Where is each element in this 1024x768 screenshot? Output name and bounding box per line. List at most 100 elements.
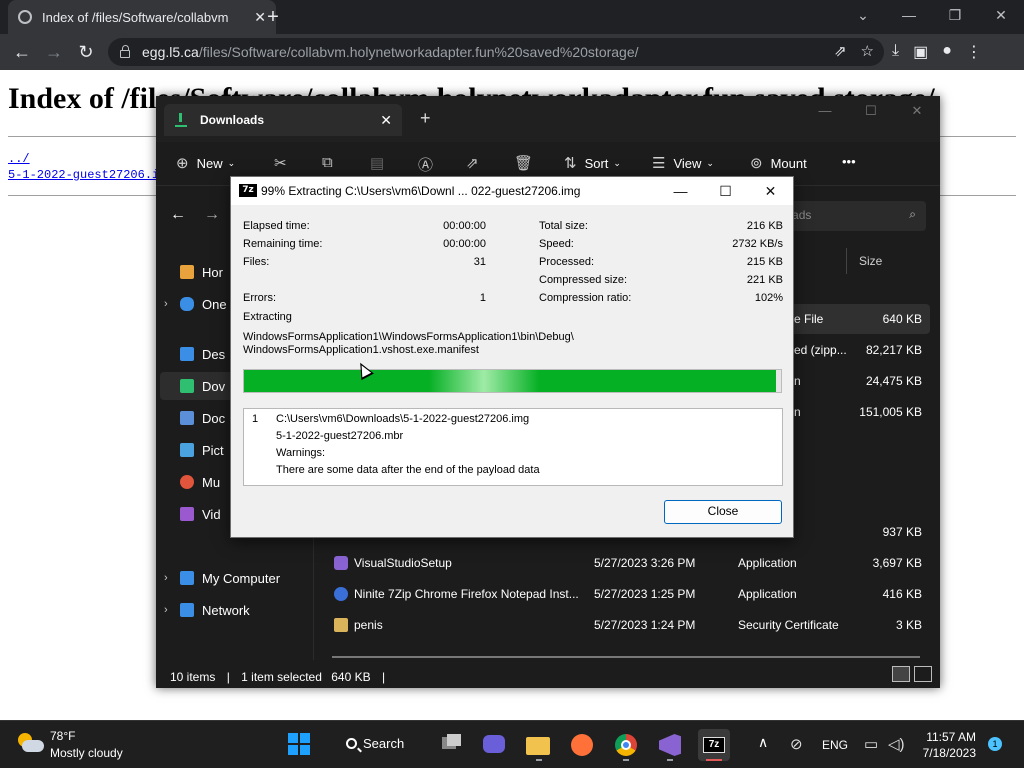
7zip-app-icon: 7z xyxy=(239,184,257,197)
lock-icon[interactable] xyxy=(120,45,130,58)
downloads-icon xyxy=(180,379,194,393)
show-hidden-icons-button[interactable]: ∧ xyxy=(758,734,768,751)
cloud-icon xyxy=(180,297,194,311)
elapsed-time-value: 00:00:00 xyxy=(443,220,486,232)
minimize-button[interactable]: — xyxy=(802,96,848,126)
sort-button[interactable]: ⇅ Sort ⌄ xyxy=(564,154,621,172)
chrome-icon[interactable] xyxy=(610,729,642,761)
taskbar-search-button[interactable]: Search xyxy=(346,736,404,751)
chevron-right-icon[interactable]: › xyxy=(164,298,180,310)
volume-icon[interactable]: ◁) xyxy=(888,735,905,753)
new-tab-button[interactable]: + xyxy=(260,4,286,30)
minimize-button[interactable]: — xyxy=(658,177,703,205)
file-row[interactable]: VisualStudioSetup 5/27/2023 3:26 PM Appl… xyxy=(326,548,930,578)
delete-icon[interactable]: 🗑 xyxy=(514,154,533,172)
globe-icon xyxy=(18,10,32,24)
weather-temperature[interactable]: 78°F xyxy=(50,729,75,743)
nav-item-my-computer[interactable]: › My Computer xyxy=(164,564,314,592)
messages-list[interactable]: 1 C:\Users\vm6\Downloads\5-1-2022-guest2… xyxy=(243,408,783,486)
browser-tab-strip: Index of /files/Software/collabvm ✕ + ⌄ … xyxy=(0,0,1024,34)
close-window-button[interactable]: ✕ xyxy=(978,0,1024,30)
message-warning-text: There are some data after the end of the… xyxy=(276,464,540,476)
mount-button[interactable]: ⊚ Mount xyxy=(750,154,807,172)
paste-icon[interactable]: ▤ xyxy=(370,154,384,172)
explorer-new-tab-button[interactable]: + xyxy=(420,108,431,129)
file-row[interactable]: penis 5/27/2023 1:24 PM Security Certifi… xyxy=(326,610,930,640)
minimize-button[interactable]: — xyxy=(886,0,932,30)
start-button[interactable] xyxy=(288,733,310,755)
visual-studio-icon xyxy=(334,556,348,570)
network-off-icon[interactable]: ⊘ xyxy=(790,735,803,753)
omnibox-actions: ⇗ ☆ xyxy=(834,42,874,60)
search-icon: ⌕ xyxy=(909,207,916,221)
new-button[interactable]: ⊕ New ⌄ xyxy=(176,154,235,172)
dialog-titlebar: 7z 99% Extracting C:\Users\vm6\Downl ...… xyxy=(231,177,793,205)
address-bar[interactable]: egg.l5.ca/files/Software/collabvm.holyne… xyxy=(108,38,884,66)
forward-button[interactable]: → xyxy=(42,40,66,64)
profile-icon[interactable]: ● xyxy=(942,42,952,62)
tab-search-icon[interactable]: ⌄ xyxy=(840,0,886,30)
menu-icon[interactable]: ⋮ xyxy=(966,42,982,62)
maximize-button[interactable]: ☐ xyxy=(848,96,894,126)
notification-badge[interactable]: 1 xyxy=(988,737,1002,751)
details-view-icon[interactable] xyxy=(892,666,910,682)
bookmark-star-icon[interactable]: ☆ xyxy=(861,42,874,60)
language-indicator[interactable]: ENG xyxy=(822,738,848,752)
chevron-right-icon[interactable]: › xyxy=(164,572,180,584)
compressed-size-value: 221 KB xyxy=(746,274,783,286)
back-button[interactable]: ← xyxy=(10,40,34,64)
view-button[interactable]: ☰ View ⌄ xyxy=(652,154,714,172)
downloads-icon xyxy=(174,113,188,127)
copy-icon[interactable]: ⧉ xyxy=(322,154,333,171)
close-window-button[interactable]: ✕ xyxy=(894,96,940,126)
reload-button[interactable]: ↻ xyxy=(74,40,98,64)
display-icon[interactable]: ▭ xyxy=(864,735,878,753)
parent-directory-link[interactable]: ../ xyxy=(8,152,30,166)
document-icon xyxy=(180,411,194,425)
firefox-icon[interactable] xyxy=(566,729,598,761)
url-text[interactable]: egg.l5.ca/files/Software/collabvm.holyne… xyxy=(142,44,639,60)
close-icon[interactable]: ✕ xyxy=(380,112,392,129)
ninite-installer-icon xyxy=(334,587,348,601)
chat-icon[interactable] xyxy=(478,729,510,761)
task-view-icon[interactable] xyxy=(436,729,468,761)
side-panel-icon[interactable]: ▣ xyxy=(913,42,928,62)
message-warnings-label: Warnings: xyxy=(276,447,326,459)
close-button[interactable]: Close xyxy=(664,500,782,524)
rename-icon[interactable]: Ⓐ xyxy=(418,154,433,175)
close-window-button[interactable]: ✕ xyxy=(748,177,793,205)
more-options-button[interactable]: ••• xyxy=(842,154,856,169)
desktop-icon xyxy=(180,347,194,361)
tiles-view-icon[interactable] xyxy=(914,666,932,682)
home-icon xyxy=(180,265,194,279)
network-icon xyxy=(180,603,194,617)
weather-cloudy-icon[interactable] xyxy=(16,731,44,755)
clock-time[interactable]: 11:57 AM xyxy=(926,730,976,744)
message-archive-path: C:\Users\vm6\Downloads\5-1-2022-guest272… xyxy=(276,413,530,425)
chevron-right-icon[interactable]: › xyxy=(164,604,180,616)
horizontal-scrollbar[interactable] xyxy=(332,656,920,658)
forward-arrow-icon[interactable]: → xyxy=(204,206,220,224)
total-size-value: 216 KB xyxy=(746,220,783,232)
restore-button[interactable]: ❐ xyxy=(932,0,978,30)
file-link[interactable]: 5-1-2022-guest27206.i xyxy=(8,168,159,182)
back-arrow-icon[interactable]: ← xyxy=(170,206,186,224)
browser-tab[interactable]: Index of /files/Software/collabvm ✕ xyxy=(8,0,276,34)
weather-description[interactable]: Mostly cloudy xyxy=(50,746,123,760)
7zip-taskbar-icon[interactable]: 7z xyxy=(698,729,730,761)
maximize-button[interactable]: ☐ xyxy=(703,177,748,205)
compression-ratio-value: 102% xyxy=(754,292,783,304)
search-icon xyxy=(346,738,357,749)
file-row[interactable]: Ninite 7Zip Chrome Firefox Notepad Inst.… xyxy=(326,579,930,609)
column-header-size[interactable]: Size xyxy=(846,248,936,274)
message-item-name: 5-1-2022-guest27206.mbr xyxy=(276,430,404,442)
share-icon[interactable]: ⇗ xyxy=(466,154,479,172)
nav-item-network[interactable]: › Network xyxy=(164,596,314,624)
visual-studio-icon[interactable] xyxy=(654,729,686,761)
file-explorer-taskbar-icon[interactable] xyxy=(522,729,554,761)
explorer-tab-downloads[interactable]: Downloads ✕ xyxy=(164,104,402,136)
share-icon[interactable]: ⇗ xyxy=(834,42,847,60)
cut-icon[interactable]: ✂ xyxy=(274,154,287,172)
download-icon[interactable]: ⤓ xyxy=(892,42,899,62)
clock-date[interactable]: 7/18/2023 xyxy=(923,746,976,760)
